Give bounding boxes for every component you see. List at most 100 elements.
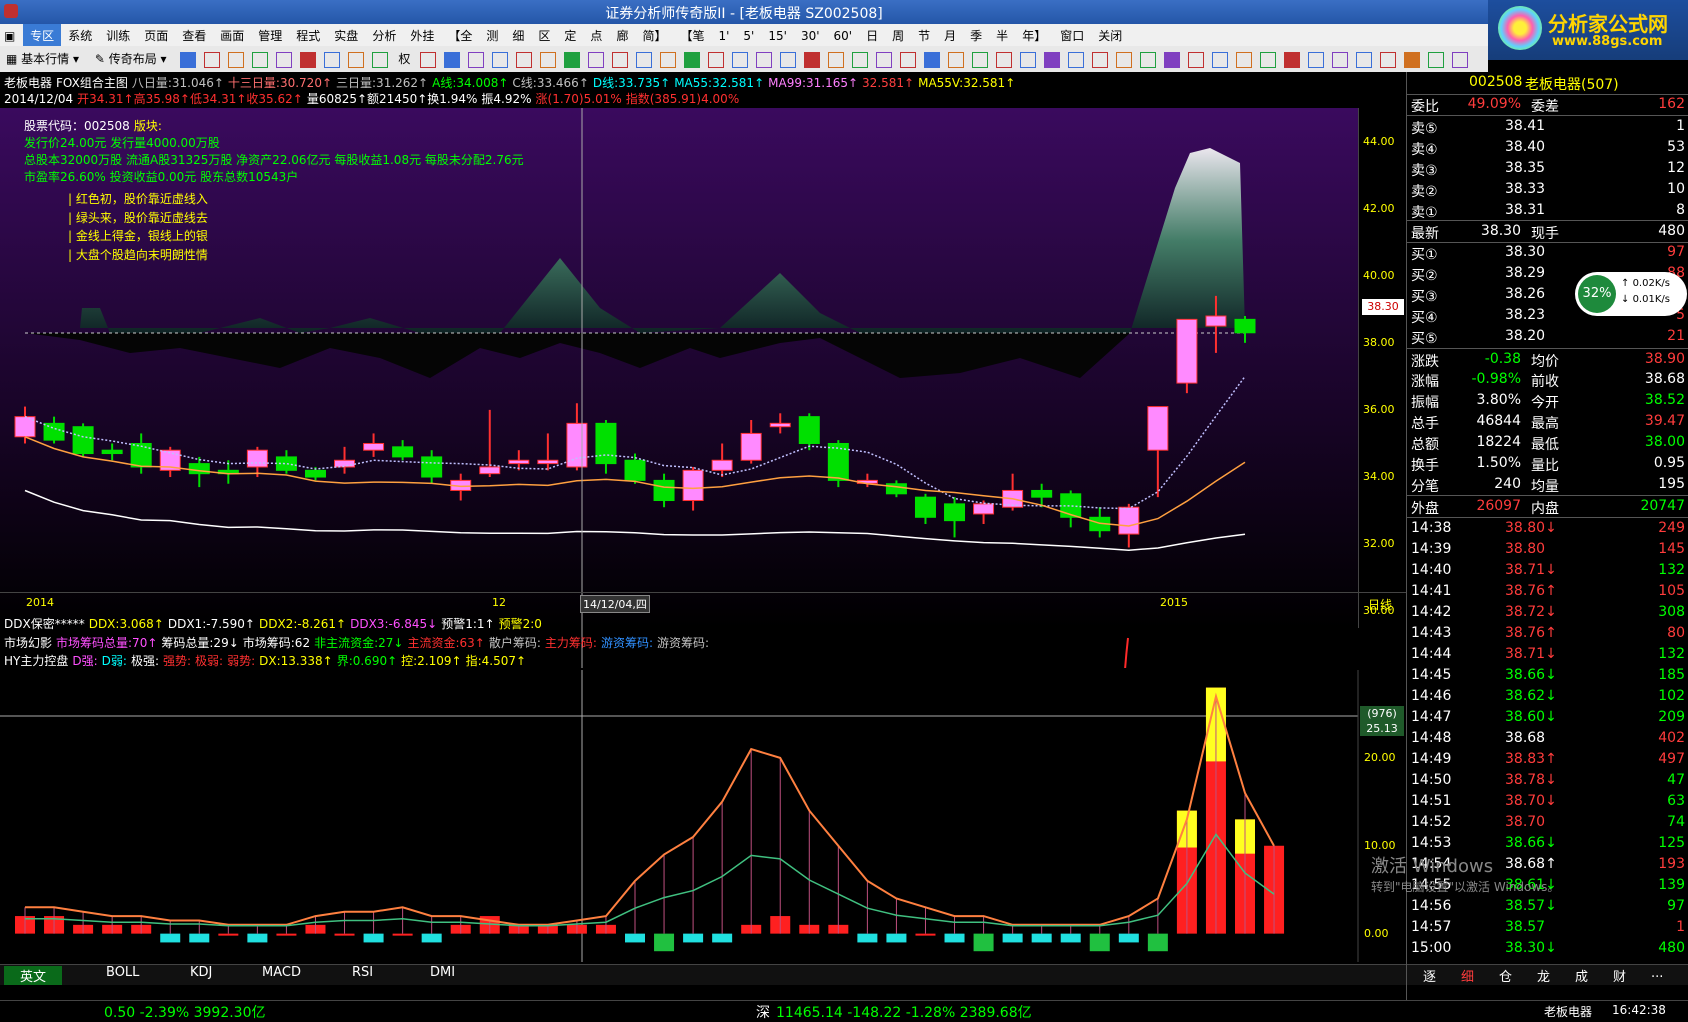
tool-icon-39[interactable]	[1140, 52, 1157, 68]
ask-row-1[interactable]: 卖④ 38.40 53	[1407, 137, 1688, 158]
tool-icon-23[interactable]	[756, 52, 773, 68]
tool-icon-16[interactable]	[588, 52, 605, 68]
tool-icon-40[interactable]	[1164, 52, 1181, 68]
menu-item-18[interactable]: 简】	[635, 24, 673, 46]
menu-item-8[interactable]: 实盘	[327, 24, 365, 46]
menu-item-21[interactable]: 5'	[736, 26, 761, 48]
menu-item-30[interactable]: 半	[989, 24, 1015, 46]
tab-kdj[interactable]: KDJ	[190, 965, 212, 980]
menu-item-13[interactable]: 细	[505, 24, 531, 46]
tool-icon-49[interactable]	[1380, 52, 1397, 68]
tool-icon-10[interactable]	[444, 52, 461, 68]
layout-button[interactable]: ✎ 传奇布局 ▾	[89, 49, 173, 69]
tool-icon-17[interactable]	[612, 52, 629, 68]
chart-area[interactable]: 老板电器 FOX组合主图 八日量:31.046↑ 十三日量:30.720↑ 三日量:31…	[0, 72, 1406, 1000]
tool-icon-25[interactable]	[804, 52, 821, 68]
tool-icon-43[interactable]	[1236, 52, 1253, 68]
tool-icon-29[interactable]	[900, 52, 917, 68]
quan-button[interactable]: 权	[392, 49, 416, 69]
tool-icon-21[interactable]	[708, 52, 725, 68]
menu-item-29[interactable]: 季	[963, 24, 989, 46]
ask-row-3[interactable]: 卖② 38.33 10	[1407, 179, 1688, 200]
tool-icon-2[interactable]	[228, 52, 245, 68]
menu-item-6[interactable]: 管理	[251, 24, 289, 46]
tool-icon-44[interactable]	[1260, 52, 1277, 68]
tool-icon-50[interactable]	[1404, 52, 1421, 68]
tool-icon-30[interactable]	[924, 52, 941, 68]
tool-icon-8[interactable]	[372, 52, 389, 68]
tool-icon-37[interactable]	[1092, 52, 1109, 68]
quote-tab-2[interactable]: 仓	[1499, 966, 1512, 985]
menu-item-3[interactable]: 页面	[137, 24, 175, 46]
tab-dmi[interactable]: DMI	[430, 965, 455, 980]
tab-macd[interactable]: MACD	[262, 965, 301, 980]
quote-tab-4[interactable]: 成	[1575, 966, 1588, 985]
menu-item-31[interactable]: 年】	[1015, 24, 1053, 46]
menu-item-23[interactable]: 30'	[794, 26, 827, 48]
period-label[interactable]: 日线	[1368, 596, 1392, 613]
bid-row-0[interactable]: 买① 38.30 97	[1407, 242, 1688, 263]
ask-row-2[interactable]: 卖③ 38.35 12	[1407, 158, 1688, 179]
ask-row-0[interactable]: 卖⑤ 38.41 1	[1407, 116, 1688, 137]
ask-row-4[interactable]: 卖① 38.31 8	[1407, 200, 1688, 221]
tool-icon-5[interactable]	[300, 52, 317, 68]
tool-icon-4[interactable]	[276, 52, 293, 68]
menu-item-22[interactable]: 15'	[761, 26, 794, 48]
menu-item-16[interactable]: 点	[583, 24, 609, 46]
tool-icon-13[interactable]	[516, 52, 533, 68]
menu-item-12[interactable]: 测	[479, 24, 505, 46]
menu-item-32[interactable]: 窗口	[1053, 24, 1091, 46]
menu-item-2[interactable]: 训练	[99, 24, 137, 46]
tool-icon-11[interactable]	[468, 52, 485, 68]
candlestick-chart[interactable]	[0, 108, 1406, 668]
tool-icon-14[interactable]	[540, 52, 557, 68]
tool-icon-9[interactable]	[420, 52, 437, 68]
tool-icon-12[interactable]	[492, 52, 509, 68]
tool-icon-31[interactable]	[948, 52, 965, 68]
tool-icon-1[interactable]	[204, 52, 221, 68]
tool-icon-28[interactable]	[876, 52, 893, 68]
tool-icon-46[interactable]	[1308, 52, 1325, 68]
tool-icon-15[interactable]	[564, 52, 581, 68]
menu-item-25[interactable]: 日	[859, 24, 885, 46]
tab-rsi[interactable]: RSI	[352, 965, 373, 980]
tool-icon-42[interactable]	[1212, 52, 1229, 68]
quote-tab-1[interactable]: 细	[1461, 966, 1474, 985]
quote-tab-6[interactable]: ...	[1651, 966, 1663, 981]
menu-item-24[interactable]: 60'	[827, 26, 860, 48]
tool-icon-18[interactable]	[636, 52, 653, 68]
tool-icon-24[interactable]	[780, 52, 797, 68]
menu-item-27[interactable]: 节	[911, 24, 937, 46]
tool-icon-32[interactable]	[972, 52, 989, 68]
tool-icon-41[interactable]	[1188, 52, 1205, 68]
tool-icon-48[interactable]	[1356, 52, 1373, 68]
basic-quote-button[interactable]: ▦ 基本行情 ▾	[0, 49, 85, 69]
menu-item-28[interactable]: 月	[937, 24, 963, 46]
menu-item-10[interactable]: 外挂	[403, 24, 441, 46]
tool-icon-47[interactable]	[1332, 52, 1349, 68]
tool-icon-38[interactable]	[1116, 52, 1133, 68]
menu-app-icon[interactable]: ▣	[0, 26, 19, 48]
indicator-chart[interactable]	[0, 670, 1406, 962]
tool-icon-0[interactable]	[180, 52, 197, 68]
tool-icon-7[interactable]	[348, 52, 365, 68]
menu-item-9[interactable]: 分析	[365, 24, 403, 46]
quote-tab-5[interactable]: 财	[1613, 966, 1626, 985]
lang-toggle[interactable]: 英文	[4, 966, 63, 985]
tool-icon-6[interactable]	[324, 52, 341, 68]
tool-icon-35[interactable]	[1044, 52, 1061, 68]
tool-icon-22[interactable]	[732, 52, 749, 68]
menu-item-15[interactable]: 定	[557, 24, 583, 46]
menu-item-20[interactable]: 1'	[711, 26, 736, 48]
tool-icon-33[interactable]	[996, 52, 1013, 68]
tool-icon-3[interactable]	[252, 52, 269, 68]
tab-boll[interactable]: BOLL	[106, 965, 139, 980]
menu-item-26[interactable]: 周	[885, 24, 911, 46]
tool-icon-26[interactable]	[828, 52, 845, 68]
menu-item-14[interactable]: 区	[531, 24, 557, 46]
tool-icon-34[interactable]	[1020, 52, 1037, 68]
menu-item-33[interactable]: 关闭	[1091, 24, 1129, 46]
menu-item-4[interactable]: 查看	[175, 24, 213, 46]
tool-icon-19[interactable]	[660, 52, 677, 68]
tool-icon-45[interactable]	[1284, 52, 1301, 68]
